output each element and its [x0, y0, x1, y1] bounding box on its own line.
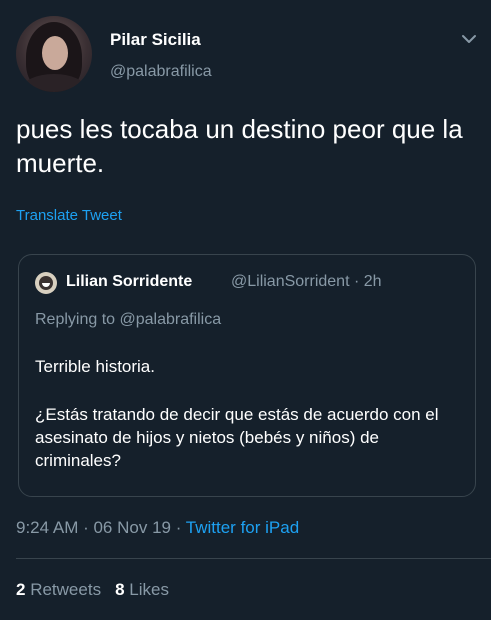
chevron-down-icon[interactable]	[458, 28, 480, 50]
author-display-name[interactable]: Pilar Sicilia	[110, 30, 201, 50]
retweets-label: Retweets	[30, 580, 102, 599]
tweet-timestamp[interactable]: 9:24 AM · 06 Nov 19 ·	[16, 518, 186, 537]
avatar[interactable]	[16, 16, 92, 92]
tweet-card: Pilar Sicilia @palabrafilica pues les to…	[0, 0, 491, 620]
translate-tweet-link[interactable]: Translate Tweet	[16, 207, 122, 224]
quoted-text-line2: ¿Estás tratando de decir que estás de ac…	[35, 405, 439, 470]
quoted-avatar	[35, 272, 57, 294]
quoted-display-name: Lilian Sorridente	[66, 273, 193, 290]
likes-stat[interactable]: 8 Likes	[115, 580, 169, 599]
tweet-meta: 9:24 AM · 06 Nov 19 · Twitter for iPad	[16, 518, 299, 538]
retweets-stat[interactable]: 2 Retweets	[16, 580, 101, 599]
likes-label: Likes	[129, 580, 169, 599]
quoted-text-line1: Terrible historia.	[35, 357, 155, 376]
quoted-handle-time: @LilianSorrident · 2h	[231, 273, 382, 290]
likes-count: 8	[115, 580, 125, 599]
divider	[16, 558, 491, 559]
author-handle[interactable]: @palabrafilica	[110, 63, 212, 81]
retweets-count: 2	[16, 580, 26, 599]
tweet-stats: 2 Retweets 8 Likes	[16, 580, 169, 600]
tweet-source[interactable]: Twitter for iPad	[186, 518, 299, 537]
avatar-face	[42, 36, 68, 70]
quoted-replying-to: Replying to @palabrafilica	[35, 311, 222, 328]
quoted-tweet[interactable]: Lilian Sorridente @LilianSorrident · 2h …	[18, 254, 476, 497]
tweet-text: pues les tocaba un destino peor que la m…	[16, 114, 463, 178]
